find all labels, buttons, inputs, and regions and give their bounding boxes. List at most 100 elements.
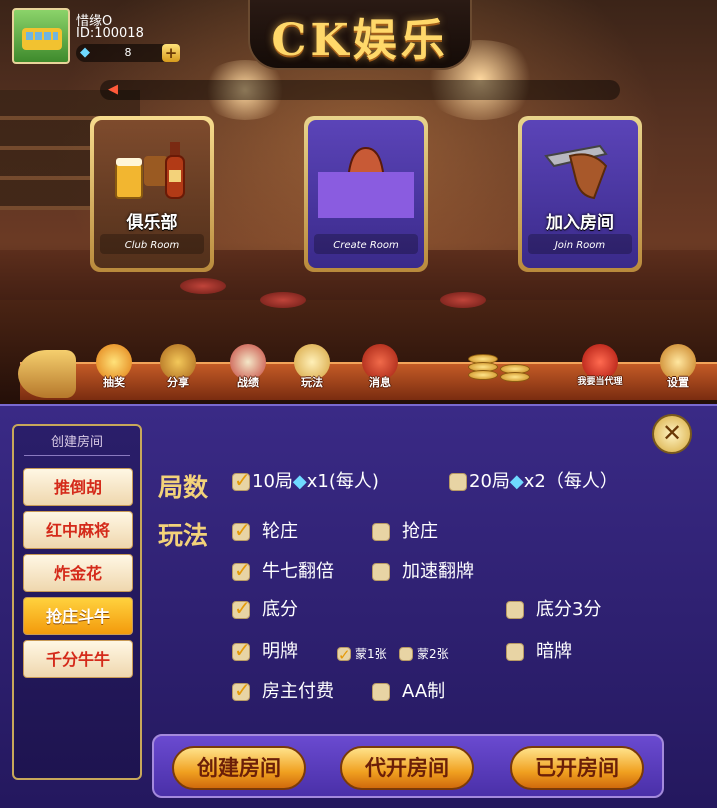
game-tab-tuidaohu[interactable]: 推倒胡 [23,468,133,506]
option-label: 明牌 [262,641,298,662]
opened-rooms-button[interactable]: 已开房间 [510,746,644,790]
lobby-background: 惜缘O ID:100018 ◆ 8 + CK娱乐 ◀ 俱乐部 Club Room… [0,0,717,404]
nav-settings[interactable]: 设置 [650,340,706,396]
nav-label: 我要当代理 [577,377,623,387]
check-icon: ✓ [234,638,251,662]
nav-label: 战绩 [237,376,259,389]
check-icon: ✓ [234,468,251,492]
option-label: AA制 [402,681,446,702]
join-room-title: 加入房间 [546,213,614,233]
nav-agent[interactable]: 我要当代理 [572,340,628,396]
rounds-cost: x2（每人） [523,471,618,492]
game-tab-hongzhong[interactable]: 红中麻将 [23,511,133,549]
option-label: 牛七翻倍 [262,561,334,582]
bar-stool [180,278,226,294]
redacted-region [318,172,414,218]
bus-image [22,28,62,50]
nav-label: 抽奖 [103,376,125,389]
checkbox[interactable]: ✓ [232,638,251,662]
nav-label: 设置 [667,376,689,389]
checkbox[interactable]: ✓ [232,596,251,620]
check-icon: ✓ [234,596,251,620]
nav-label: 消息 [369,376,391,389]
checkbox[interactable]: ✓ [337,646,351,664]
game-tab-qiangzhuang-douniu[interactable]: 抢庄斗牛 [23,597,133,635]
option-label: 20局◆x2（每人） [469,470,618,494]
scroll-ornament [18,350,76,398]
add-gem-button[interactable]: + [162,44,180,62]
create-room-subtitle: Create Room [333,240,399,251]
rounds-title: 局数 [158,473,209,502]
rounds-count: 10局 [252,471,293,492]
join-room-subtitle: Join Room [554,240,606,251]
option-label: 底分 [262,599,298,620]
checkbox[interactable]: ✓ [372,683,390,701]
logo-plate: CK娱乐 [248,0,472,70]
app-logo: CK娱乐 [271,15,449,66]
check-icon: ✓ [234,558,251,582]
checkbox[interactable]: ✓ [372,523,390,541]
option-label: 底分3分 [536,599,602,620]
nav-record[interactable]: 战绩 [220,340,276,396]
join-room-card[interactable]: 加入房间 Join Room [518,116,642,272]
card-body: 俱乐部 Club Room [94,120,210,268]
side-menu-title: 创建房间 [24,432,130,456]
create-room-button[interactable]: 创建房间 [172,746,306,790]
option-label: 蒙2张 [417,647,449,661]
checkbox[interactable]: ✓ [506,601,524,619]
bar-stool [440,292,486,308]
checkbox[interactable]: ✓ [372,563,390,581]
option-label: 轮庄 [262,521,298,542]
diamond-icon: ◆ [80,45,90,60]
proxy-create-room-button[interactable]: 代开房间 [340,746,474,790]
diamond-icon: ◆ [509,471,524,492]
club-room-subtitle: Club Room [124,240,180,251]
check-icon: ✓ [234,678,251,702]
nav-lottery[interactable]: 抽奖 [86,340,142,396]
announcement-marquee: ◀ [100,80,620,100]
checkbox[interactable]: ✓ [232,558,251,582]
create-room-card[interactable]: Create Room [304,116,428,272]
option-label: 房主付费 [262,681,334,702]
game-type-menu: 创建房间 推倒胡 红中麻将 炸金花 抢庄斗牛 千分牛牛 [12,424,142,780]
user-id: ID:100018 [76,26,144,41]
check-icon: ✓ [338,646,351,664]
gem-balance: ◆ 8 + [76,44,180,62]
gold-coin-stack [464,348,554,386]
card-body: 加入房间 Join Room [522,120,638,268]
avatar[interactable] [12,8,70,64]
rounds-count: 20局 [469,471,510,492]
checkbox[interactable]: ✓ [232,468,251,492]
coin [500,372,530,382]
bar-stool [260,292,306,308]
checkbox[interactable]: ✓ [506,643,524,661]
game-tab-zhajinhua[interactable]: 炸金花 [23,554,133,592]
gem-count: 8 [124,46,132,59]
nav-label: 分享 [167,376,189,389]
rounds-cost: x1(每人) [306,471,379,492]
checkbox[interactable]: ✓ [232,518,251,542]
nav-message[interactable]: 消息 [352,340,408,396]
card-body: Create Room [308,120,424,268]
checkbox[interactable]: ✓ [449,473,467,491]
nav-rules[interactable]: 玩法 [284,340,340,396]
option-label: 蒙1张 [355,647,387,661]
game-tab-qianfen-niuniu[interactable]: 千分牛牛 [23,640,133,678]
close-button[interactable]: ✕ [652,414,692,454]
check-icon: ✓ [234,518,251,542]
option-label: 10局◆x1(每人) [252,470,379,494]
beer-bottle-icon [115,142,185,199]
checkbox[interactable]: ✓ [232,678,251,702]
coin [468,370,498,380]
club-room-card[interactable]: 俱乐部 Club Room [90,116,214,272]
nav-label: 玩法 [301,376,323,389]
option-label: 抢庄 [402,521,438,542]
play-title: 玩法 [158,521,209,550]
option-label: 加速翻牌 [402,561,474,582]
diamond-icon: ◆ [292,471,307,492]
holster-gun-icon [544,144,608,200]
nav-share[interactable]: 分享 [150,340,206,396]
action-bar: 创建房间 代开房间 已开房间 [152,734,664,798]
create-room-dialog: ✕ 创建房间 推倒胡 红中麻将 炸金花 抢庄斗牛 千分牛牛 局数 ✓ 10局◆x… [0,404,717,808]
checkbox[interactable]: ✓ [399,647,413,661]
